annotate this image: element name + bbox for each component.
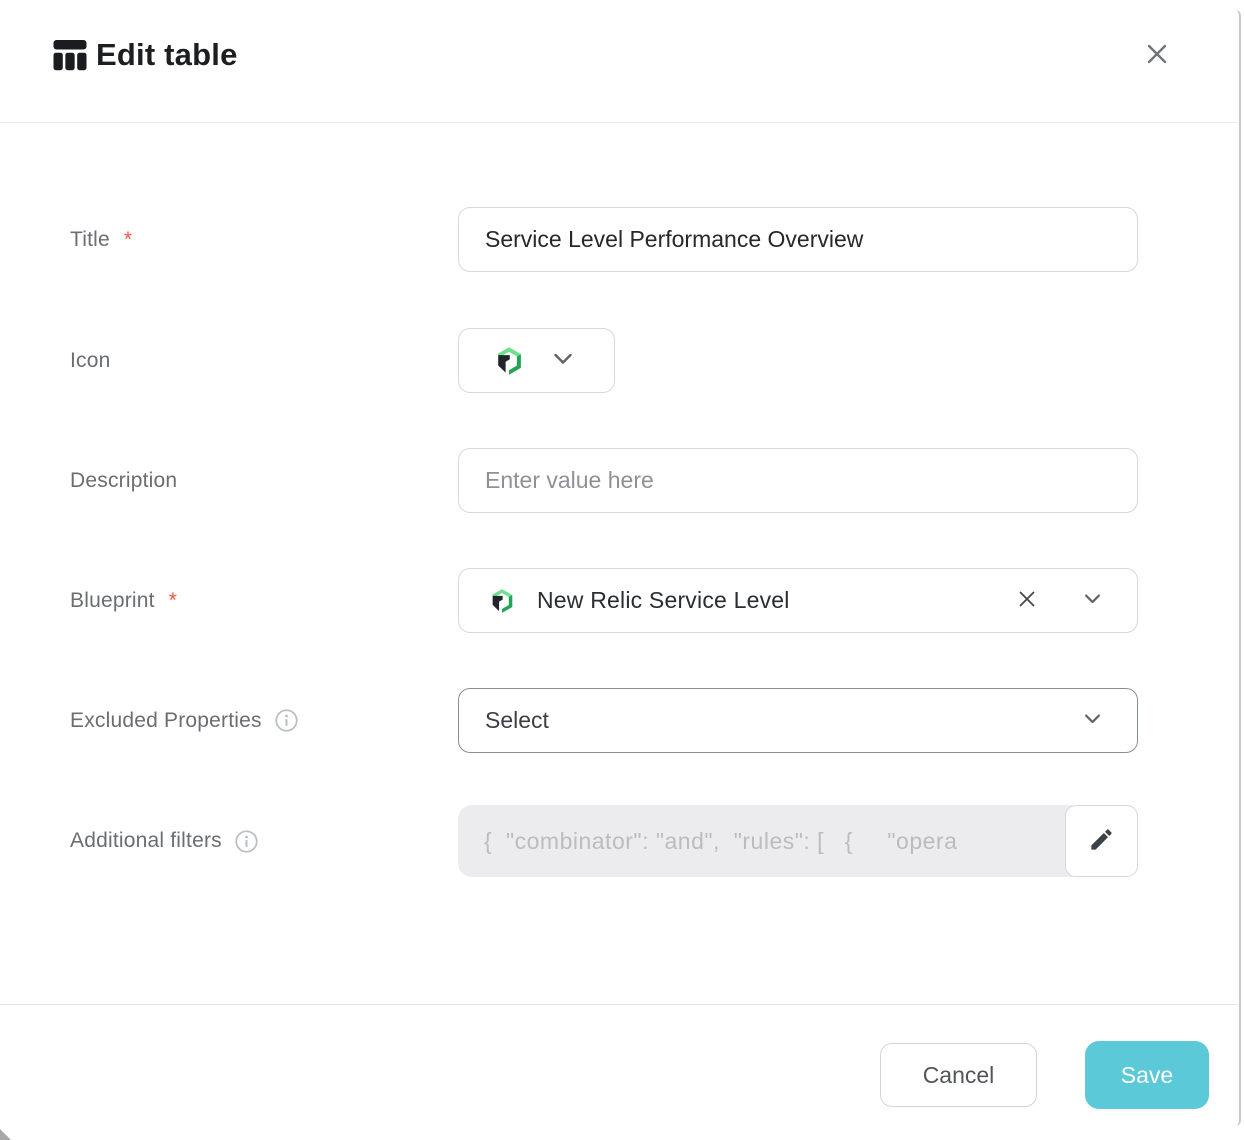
backdrop-corner [0, 1129, 11, 1140]
title-row: Title* [0, 207, 1244, 272]
title-label: Title* [70, 207, 132, 272]
description-label: Description [70, 448, 177, 513]
blueprint-label: Blueprint* [70, 568, 177, 633]
additional-filters-row: Additional filters [0, 805, 1244, 877]
excluded-properties-select[interactable]: Select [458, 688, 1138, 753]
table-icon [52, 37, 88, 73]
edit-table-dialog: Edit table Title* Icon [0, 0, 1244, 1140]
required-asterisk: * [124, 228, 132, 252]
description-input[interactable] [458, 448, 1138, 513]
chevron-down-icon[interactable] [1084, 592, 1101, 610]
blueprint-row: Blueprint* New Relic Service Level [0, 568, 1244, 633]
info-icon[interactable] [275, 709, 298, 732]
additional-filters-label: Additional filters [70, 805, 258, 877]
new-relic-icon [494, 345, 524, 377]
clear-icon [1016, 588, 1038, 613]
icon-label: Icon [70, 328, 111, 393]
chevron-down-icon [553, 352, 573, 369]
new-relic-icon [489, 587, 515, 615]
excluded-properties-row: Excluded Properties Select [0, 688, 1244, 753]
icon-row: Icon [0, 328, 1244, 393]
blueprint-select[interactable]: New Relic Service Level [458, 568, 1138, 633]
dialog-footer: Cancel Save [0, 1004, 1238, 1140]
title-input[interactable] [458, 207, 1138, 272]
edit-filters-button[interactable] [1065, 805, 1138, 877]
dialog-header: Edit table [0, 0, 1238, 123]
blueprint-selected-value: New Relic Service Level [537, 587, 790, 614]
dialog-title: Edit table [96, 36, 238, 74]
pencil-icon [1088, 826, 1115, 856]
save-button[interactable]: Save [1085, 1041, 1209, 1109]
required-asterisk: * [169, 589, 177, 613]
clear-blueprint-button[interactable] [1013, 587, 1041, 615]
chevron-down-icon [1084, 712, 1101, 730]
info-icon[interactable] [235, 830, 258, 853]
select-placeholder: Select [485, 707, 549, 734]
cancel-button[interactable]: Cancel [880, 1043, 1037, 1107]
icon-picker-button[interactable] [458, 328, 615, 393]
close-button[interactable] [1139, 37, 1175, 73]
description-row: Description [0, 448, 1244, 513]
excluded-properties-label: Excluded Properties [70, 688, 298, 753]
additional-filters-input [458, 805, 1138, 877]
close-icon [1142, 39, 1172, 72]
